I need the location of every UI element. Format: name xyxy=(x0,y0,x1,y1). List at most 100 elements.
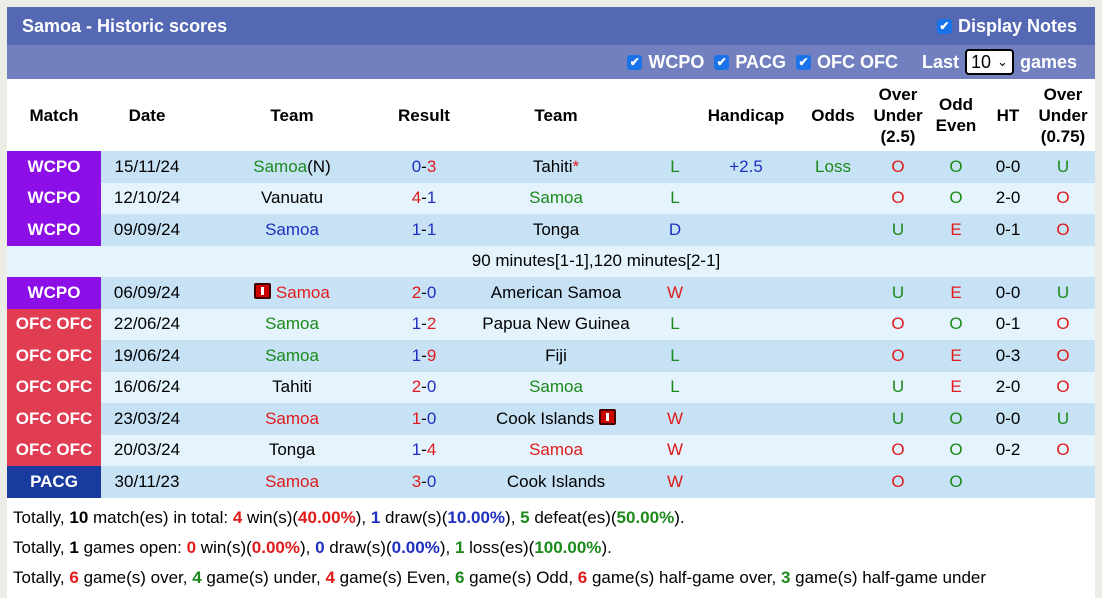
home-team-cell[interactable]: Vanuatu xyxy=(193,182,391,214)
league-label[interactable]: PACG xyxy=(30,472,78,491)
league-label[interactable]: OFC OFC xyxy=(16,440,93,459)
checkbox-checked-icon[interactable]: ✔ xyxy=(714,54,730,70)
result-cell[interactable]: 1-1 xyxy=(391,214,457,246)
home-team-name[interactable]: Tahiti xyxy=(272,377,312,396)
home-team-cell[interactable]: Tahiti xyxy=(193,371,391,403)
home-team-cell[interactable]: Samoa xyxy=(193,308,391,340)
home-team-name[interactable]: Samoa xyxy=(265,220,319,239)
games-count-value: 10 xyxy=(971,51,992,72)
away-team-cell[interactable]: Samoa xyxy=(457,371,655,403)
away-team-name[interactable]: Fiji xyxy=(545,346,567,365)
league-label[interactable]: WCPO xyxy=(28,220,81,239)
display-notes-toggle[interactable]: ✔ Display Notes xyxy=(936,16,1077,37)
league-label[interactable]: OFC OFC xyxy=(16,346,93,365)
wl-cell: L xyxy=(655,340,695,372)
home-team-cell[interactable]: Samoa xyxy=(193,277,391,309)
col-date: Date xyxy=(128,105,166,125)
away-team-cell[interactable]: Cook Islands xyxy=(457,466,655,498)
match-date: 09/09/24 xyxy=(113,219,181,239)
filter-ofc[interactable]: ✔ OFC OFC xyxy=(796,52,898,73)
home-team-name[interactable]: Tonga xyxy=(269,440,315,459)
col-home-team: Team xyxy=(270,105,314,125)
home-team-cell[interactable]: Samoa xyxy=(193,214,391,246)
handicap-cell xyxy=(695,277,797,309)
result-cell[interactable]: 1-0 xyxy=(391,403,457,435)
result-cell[interactable]: 0-3 xyxy=(391,151,457,183)
home-score: 2 xyxy=(411,282,422,302)
league-badge[interactable]: OFC OFC xyxy=(7,371,101,403)
table-row: WCPO 15/11/24 Samoa(N) 0-3 Tahiti* L +2.5 Loss O… xyxy=(7,151,1095,183)
result-cell[interactable]: 1-2 xyxy=(391,308,457,340)
result-cell[interactable]: 1-4 xyxy=(391,434,457,466)
away-team-name[interactable]: Samoa xyxy=(529,377,583,396)
checkbox-checked-icon[interactable]: ✔ xyxy=(936,18,952,34)
summary-text: draw(s)( xyxy=(324,537,392,557)
home-team-name[interactable]: Samoa xyxy=(253,157,307,176)
away-team-cell[interactable]: Samoa xyxy=(457,434,655,466)
away-team-cell[interactable]: Tahiti* xyxy=(457,151,655,183)
home-team-cell[interactable]: Samoa xyxy=(193,403,391,435)
home-team-name[interactable]: Vanuatu xyxy=(261,188,323,207)
away-score: 1 xyxy=(426,188,437,208)
table-row: OFC OFC 22/06/24 Samoa 1-2 Papua New Guinea L… xyxy=(7,308,1095,340)
result-cell[interactable]: 2-0 xyxy=(391,371,457,403)
league-label[interactable]: OFC OFC xyxy=(16,377,93,396)
games-count-select[interactable]: 10 ⌄ xyxy=(965,49,1014,75)
home-team-cell[interactable]: Tonga xyxy=(193,434,391,466)
league-badge[interactable]: WCPO xyxy=(7,182,101,214)
away-team-name[interactable]: Samoa xyxy=(529,188,583,207)
away-team-name[interactable]: Tahiti xyxy=(533,157,573,176)
summary-text: Totally, xyxy=(13,537,70,557)
result-cell[interactable]: 4-1 xyxy=(391,182,457,214)
date-cell: 19/06/24 xyxy=(101,340,193,372)
league-badge[interactable]: OFC OFC xyxy=(7,434,101,466)
away-team-name[interactable]: Samoa xyxy=(529,440,583,459)
away-team-name[interactable]: Cook Islands xyxy=(507,472,605,491)
filter-pacg[interactable]: ✔ PACG xyxy=(714,52,786,73)
league-badge[interactable]: OFC OFC xyxy=(7,403,101,435)
home-team-cell[interactable]: Samoa(N) xyxy=(193,151,391,183)
league-label[interactable]: WCPO xyxy=(28,157,81,176)
away-team-name[interactable]: Papua New Guinea xyxy=(482,314,629,333)
away-team-cell[interactable]: Samoa xyxy=(457,182,655,214)
home-team-name[interactable]: Samoa xyxy=(265,346,319,365)
league-badge[interactable]: WCPO xyxy=(7,151,101,183)
result-cell[interactable]: 2-0 xyxy=(391,277,457,309)
home-team-name[interactable]: Samoa xyxy=(265,409,319,428)
over-under-cell: O xyxy=(869,182,927,214)
away-team-name[interactable]: American Samoa xyxy=(491,283,621,302)
home-team-cell[interactable]: Samoa xyxy=(193,466,391,498)
checkbox-checked-icon[interactable]: ✔ xyxy=(796,54,811,70)
away-team-cell[interactable]: Cook Islands xyxy=(457,403,655,435)
league-badge[interactable]: PACG xyxy=(7,466,101,498)
home-team-name[interactable]: Samoa xyxy=(265,314,319,333)
summary-text: ). xyxy=(674,507,685,527)
league-label[interactable]: OFC OFC xyxy=(16,314,93,333)
title-bar: Samoa - Historic scores ✔ Display Notes xyxy=(7,7,1095,45)
league-badge[interactable]: WCPO xyxy=(7,277,101,309)
date-cell: 12/10/24 xyxy=(101,182,193,214)
date-cell: 06/09/24 xyxy=(101,277,193,309)
away-team-cell[interactable]: Fiji xyxy=(457,340,655,372)
away-team-name[interactable]: Cook Islands xyxy=(496,409,594,428)
home-team-cell[interactable]: Samoa xyxy=(193,340,391,372)
checkbox-checked-icon[interactable]: ✔ xyxy=(627,54,643,70)
league-label[interactable]: WCPO xyxy=(28,283,81,302)
league-badge[interactable]: WCPO xyxy=(7,214,101,246)
ht-cell xyxy=(985,466,1031,498)
home-team-name[interactable]: Samoa xyxy=(265,472,319,491)
result-cell[interactable]: 1-9 xyxy=(391,340,457,372)
away-team-cell[interactable]: American Samoa xyxy=(457,277,655,309)
result-cell[interactable]: 3-0 xyxy=(391,466,457,498)
filter-wcpo[interactable]: ✔ WCPO xyxy=(627,52,704,73)
away-team-cell[interactable]: Papua New Guinea xyxy=(457,308,655,340)
away-team-cell[interactable]: Tonga xyxy=(457,214,655,246)
home-team-name[interactable]: Samoa xyxy=(276,283,330,302)
league-badge[interactable]: OFC OFC xyxy=(7,340,101,372)
league-label[interactable]: OFC OFC xyxy=(16,409,93,428)
summary-text: win(s)( xyxy=(196,537,252,557)
away-score: 2 xyxy=(426,314,437,334)
league-badge[interactable]: OFC OFC xyxy=(7,308,101,340)
away-team-name[interactable]: Tonga xyxy=(533,220,579,239)
league-label[interactable]: WCPO xyxy=(28,188,81,207)
